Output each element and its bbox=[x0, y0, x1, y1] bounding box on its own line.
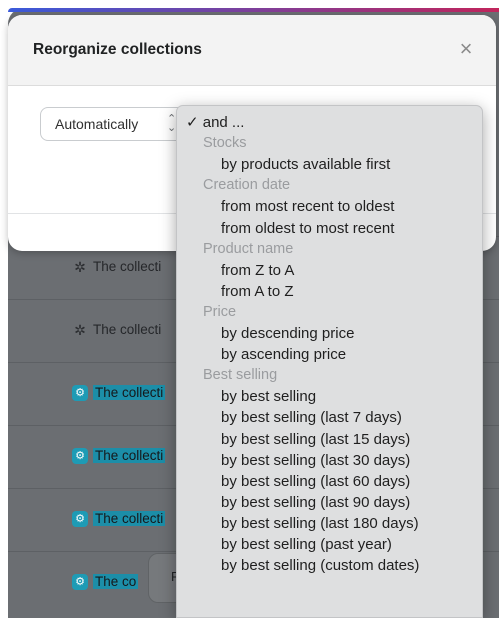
gear-icon: ⚙ bbox=[72, 574, 88, 590]
modal-title: Reorganize collections bbox=[33, 41, 202, 58]
dropdown-option[interactable]: by ascending price bbox=[221, 344, 346, 365]
top-accent-bar bbox=[8, 8, 499, 12]
dropdown-option-selected[interactable]: ✓ and ... bbox=[186, 112, 244, 133]
dropdown-option[interactable]: by best selling (last 60 days) bbox=[221, 471, 410, 492]
dropdown-group-header: Best selling bbox=[203, 367, 278, 384]
collection-row-label: The collecti bbox=[93, 385, 166, 400]
dropdown-option[interactable]: from oldest to most recent bbox=[221, 218, 394, 239]
collection-row-label: The collecti bbox=[93, 511, 166, 526]
dropdown-option[interactable]: by best selling (last 15 days) bbox=[221, 429, 410, 450]
sort-order-dropdown-menu: ✓ and ... Stocks by products available fir… bbox=[176, 105, 483, 618]
sort-mode-select[interactable]: Automatically ⌃ ⌄ bbox=[40, 107, 192, 141]
dropdown-option[interactable]: from A to Z bbox=[221, 281, 294, 302]
dropdown-group-header: Price bbox=[203, 303, 237, 320]
dropdown-option[interactable]: by best selling (custom dates) bbox=[221, 555, 419, 576]
sort-mode-value: Automatically bbox=[55, 116, 139, 132]
gear-icon: ⚙ bbox=[72, 511, 88, 527]
dropdown-option[interactable]: by best selling bbox=[221, 386, 316, 407]
sparkle-icon: ✲ bbox=[74, 322, 86, 338]
dropdown-option[interactable]: by descending price bbox=[221, 323, 354, 344]
sparkle-icon: ✲ bbox=[74, 259, 86, 275]
dropdown-group-header: Stocks bbox=[203, 135, 247, 152]
close-icon[interactable]: × bbox=[454, 37, 478, 61]
dropdown-option[interactable]: by best selling (last 180 days) bbox=[221, 513, 419, 534]
dropdown-option[interactable]: by best selling (past year) bbox=[221, 534, 392, 555]
dropdown-option[interactable]: by best selling (last 30 days) bbox=[221, 450, 410, 471]
collection-row-label: The co bbox=[93, 574, 139, 589]
dropdown-group-header: Creation date bbox=[203, 177, 291, 194]
collection-row-label: The collecti bbox=[93, 322, 162, 337]
gear-icon: ⚙ bbox=[72, 448, 88, 464]
dropdown-option[interactable]: by products available first bbox=[221, 154, 390, 175]
collection-row-label: The collecti bbox=[93, 448, 166, 463]
dropdown-option[interactable]: by best selling (last 7 days) bbox=[221, 407, 402, 428]
dropdown-option[interactable]: from Z to A bbox=[221, 260, 294, 281]
dropdown-option[interactable]: by best selling (last 90 days) bbox=[221, 492, 410, 513]
chevron-updown-icon: ⌃ ⌄ bbox=[167, 113, 177, 134]
dropdown-option[interactable]: from most recent to oldest bbox=[221, 196, 394, 217]
collection-row-label: The collecti bbox=[93, 259, 162, 274]
dropdown-group-header: Product name bbox=[203, 240, 294, 257]
modal-header: Reorganize collections × bbox=[8, 15, 496, 86]
gear-icon: ⚙ bbox=[72, 385, 88, 401]
